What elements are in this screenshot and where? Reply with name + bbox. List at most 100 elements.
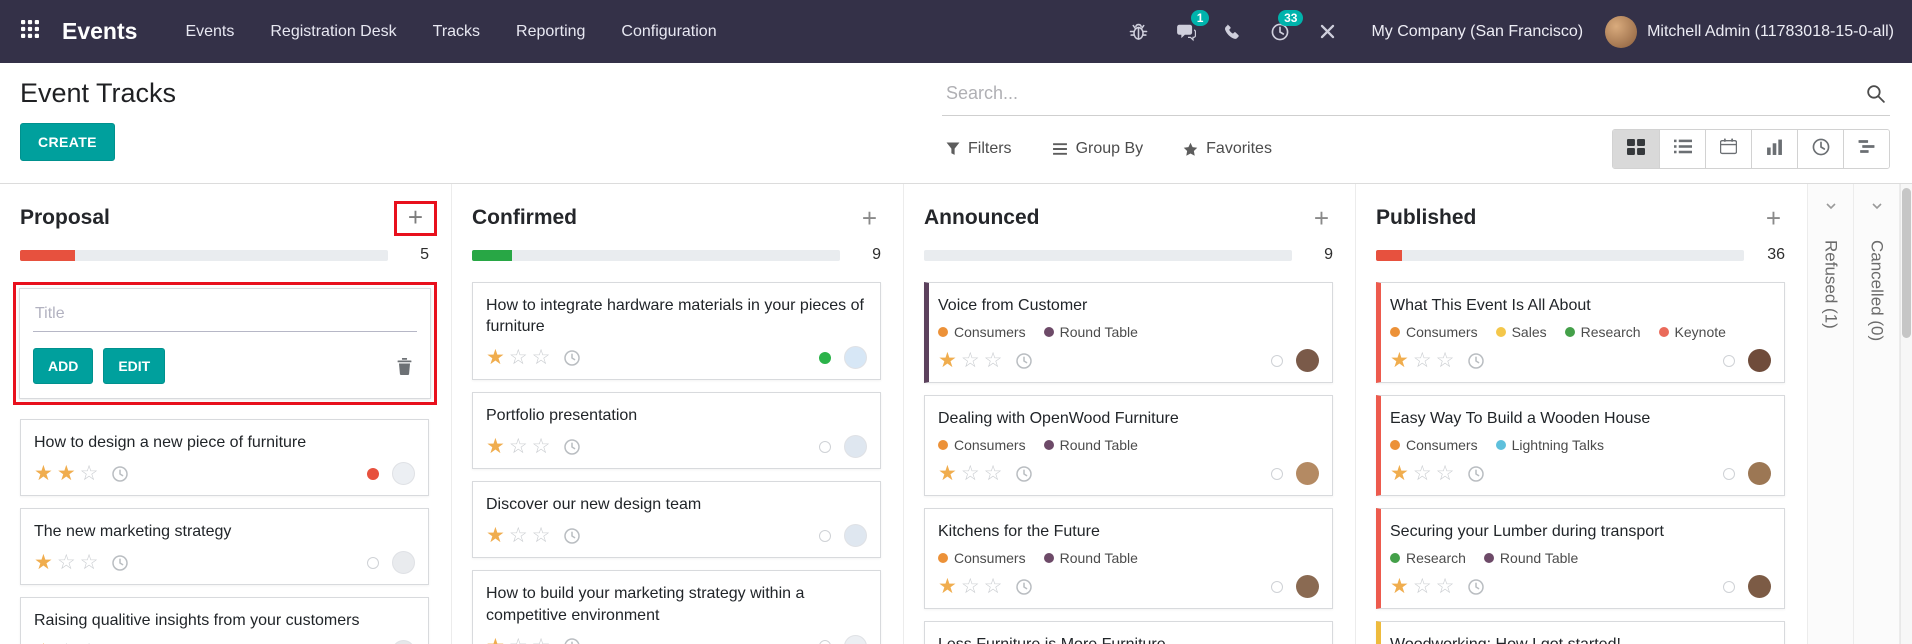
kanban-status-dot[interactable] (1271, 468, 1283, 480)
chat-icon[interactable]: 1 (1162, 15, 1210, 49)
column-progress-bar[interactable] (1376, 250, 1744, 261)
apps-menu-button[interactable] (0, 0, 60, 63)
star-icon[interactable]: ☆ (1436, 463, 1455, 484)
user-menu[interactable]: Mitchell Admin (11783018-15-0-all) (1605, 16, 1894, 48)
menu-item-reporting[interactable]: Reporting (498, 0, 603, 63)
star-icon[interactable]: ☆ (1413, 576, 1432, 597)
star-icon[interactable]: ☆ (1413, 350, 1432, 371)
kanban-status-dot[interactable] (367, 557, 379, 569)
star-icon[interactable]: ★ (938, 350, 957, 371)
column-progress-bar[interactable] (20, 250, 388, 261)
menu-item-configuration[interactable]: Configuration (603, 0, 734, 63)
chart-view-button[interactable] (1751, 130, 1797, 168)
menu-item-tracks[interactable]: Tracks (415, 0, 498, 63)
filters-button[interactable]: Filters (946, 140, 1012, 158)
activity-clock-icon[interactable] (1015, 352, 1033, 370)
kanban-card-securing-your-lumber-during-transport[interactable]: Securing your Lumber during transportRes… (1376, 508, 1785, 609)
activity-clock-icon[interactable] (111, 465, 129, 483)
kanban-card-dealing-with-openwood-furniture[interactable]: Dealing with OpenWood FurnitureConsumers… (924, 395, 1333, 496)
assignee-avatar[interactable] (392, 462, 415, 485)
star-icon[interactable]: ☆ (509, 436, 528, 457)
star-icon[interactable]: ☆ (532, 347, 551, 368)
star-icon[interactable]: ★ (57, 463, 76, 484)
star-icon[interactable]: ☆ (57, 552, 76, 573)
star-icon[interactable]: ★ (486, 347, 505, 368)
kanban-status-dot[interactable] (1271, 581, 1283, 593)
star-icon[interactable]: ☆ (1413, 463, 1432, 484)
vertical-scrollbar[interactable] (1900, 184, 1912, 644)
scrollbar-thumb[interactable] (1902, 188, 1911, 338)
activity-view-button[interactable] (1797, 130, 1843, 168)
app-brand[interactable]: Events (62, 18, 137, 45)
kanban-status-dot[interactable] (1723, 581, 1735, 593)
star-icon[interactable]: ★ (938, 576, 957, 597)
star-icon[interactable]: ★ (34, 552, 53, 573)
star-icon[interactable]: ☆ (984, 576, 1003, 597)
activity-clock-icon[interactable] (1015, 465, 1033, 483)
search-icon[interactable] (1865, 83, 1886, 104)
activity-clock-icon[interactable] (111, 554, 129, 572)
kanban-card-easy-way-to-build-a-wooden-house[interactable]: Easy Way To Build a Wooden HouseConsumer… (1376, 395, 1785, 496)
kanban-status-dot[interactable] (819, 441, 831, 453)
favorites-button[interactable]: Favorites (1183, 140, 1272, 158)
assignee-avatar[interactable] (1748, 349, 1771, 372)
progress-segment[interactable] (20, 250, 75, 261)
kanban-card-less-furniture-is-more-furniture[interactable]: Less Furniture is More Furniture (924, 621, 1333, 644)
star-icon[interactable]: ☆ (509, 347, 528, 368)
kanban-view-button[interactable] (1613, 130, 1659, 168)
activity-clock-icon[interactable] (563, 527, 581, 545)
kanban-card-how-to-build-your-marketing-strategy-within-a-competitive-environment[interactable]: How to build your marketing strategy wit… (472, 570, 881, 644)
star-icon[interactable]: ☆ (984, 350, 1003, 371)
calendar-view-button[interactable] (1705, 130, 1751, 168)
assignee-avatar[interactable] (844, 435, 867, 458)
kanban-card-woodworking-how-i-got-started[interactable]: Woodworking: How I got started! (1376, 621, 1785, 644)
list-view-button[interactable] (1659, 130, 1705, 168)
kanban-status-dot[interactable] (367, 468, 379, 480)
add-record-button[interactable]: + (1762, 205, 1785, 231)
menu-item-registration-desk[interactable]: Registration Desk (252, 0, 414, 63)
star-icon[interactable]: ☆ (961, 463, 980, 484)
activity-clock-icon[interactable] (1015, 578, 1033, 596)
star-icon[interactable]: ☆ (80, 463, 99, 484)
menu-item-events[interactable]: Events (167, 0, 252, 63)
kanban-card-kitchens-for-the-future[interactable]: Kitchens for the FutureConsumersRound Ta… (924, 508, 1333, 609)
star-icon[interactable]: ★ (1390, 350, 1409, 371)
kanban-card-what-this-event-is-all-about[interactable]: What This Event Is All AboutConsumersSal… (1376, 282, 1785, 383)
assignee-avatar[interactable] (1296, 349, 1319, 372)
assignee-avatar[interactable] (1296, 462, 1319, 485)
folded-column-cancelled-0[interactable]: Cancelled (0) (1854, 184, 1900, 644)
phone-icon[interactable] (1210, 16, 1256, 48)
activity-clock-icon[interactable] (563, 349, 581, 367)
kanban-card-raising-qualitive-insights-from-your-customers[interactable]: Raising qualitive insights from your cus… (20, 597, 429, 644)
star-icon[interactable]: ☆ (80, 552, 99, 573)
column-progress-bar[interactable] (924, 250, 1292, 261)
assignee-avatar[interactable] (1748, 462, 1771, 485)
activity-clock-icon[interactable] (1467, 465, 1485, 483)
group-by-button[interactable]: Group By (1052, 140, 1144, 158)
kanban-status-dot[interactable] (1271, 355, 1283, 367)
kanban-status-dot[interactable] (819, 640, 831, 644)
add-record-button[interactable]: + (858, 205, 881, 231)
star-icon[interactable]: ☆ (532, 636, 551, 644)
star-icon[interactable]: ☆ (1436, 350, 1455, 371)
star-icon[interactable]: ☆ (1436, 576, 1455, 597)
star-icon[interactable]: ☆ (509, 636, 528, 644)
star-icon[interactable]: ★ (1390, 576, 1409, 597)
star-icon[interactable]: ☆ (961, 576, 980, 597)
activity-clock-icon[interactable] (1467, 352, 1485, 370)
bug-icon[interactable] (1115, 15, 1162, 48)
star-icon[interactable]: ★ (486, 636, 505, 644)
assignee-avatar[interactable] (392, 640, 415, 644)
activity-clock-icon[interactable] (563, 637, 581, 644)
kanban-status-dot[interactable] (1723, 355, 1735, 367)
kanban-status-dot[interactable] (819, 352, 831, 364)
assignee-avatar[interactable] (844, 524, 867, 547)
trash-icon[interactable] (397, 358, 417, 375)
activity-clock-icon[interactable]: 33 (1256, 15, 1304, 49)
quick-create-title-input[interactable] (33, 302, 417, 332)
progress-segment[interactable] (472, 250, 512, 261)
quick-create-edit-button[interactable]: EDIT (103, 348, 165, 384)
kanban-status-dot[interactable] (819, 530, 831, 542)
star-icon[interactable]: ★ (486, 436, 505, 457)
column-progress-bar[interactable] (472, 250, 840, 261)
